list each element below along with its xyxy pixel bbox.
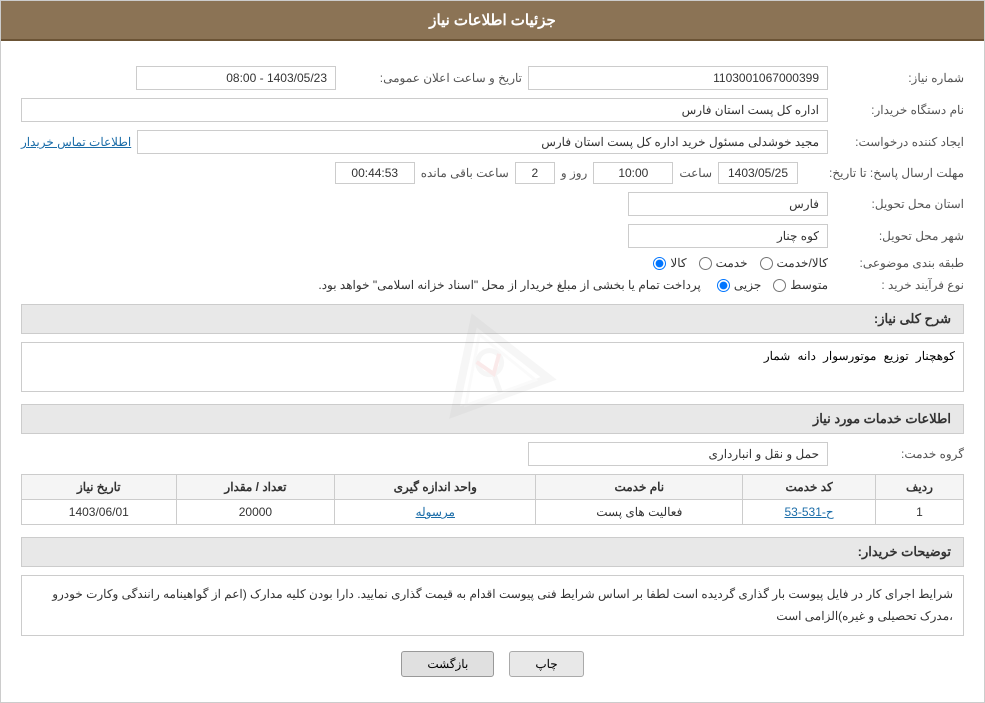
jozi-label: جزیی	[734, 278, 761, 292]
radio-kala-input[interactable]	[653, 257, 666, 270]
cell-name: فعالیت های پست	[536, 500, 743, 525]
khadamat-label: خدمت	[716, 256, 748, 270]
services-table-container: ردیف کد خدمت نام خدمت واحد اندازه گیری ت…	[21, 474, 964, 525]
tarikh-value: 1403/05/23 - 08:00	[136, 66, 336, 90]
col-code: کد خدمت	[743, 475, 876, 500]
mohlat-rooz: 2	[515, 162, 555, 184]
ostan-label: استان محل تحویل:	[834, 197, 964, 211]
col-date: تاریخ نیاز	[22, 475, 177, 500]
print-button[interactable]: چاپ	[509, 651, 583, 677]
page-title: جزئیات اطلاعات نیاز	[429, 12, 556, 29]
col-unit: واحد اندازه گیری	[335, 475, 536, 500]
type-label: نوع فرآیند خرید :	[834, 278, 964, 292]
tabaqe-group: کالا/خدمت خدمت کالا	[653, 256, 828, 270]
sharh-textarea: <span data-bind="fields.sharh_value"></s…	[21, 342, 964, 392]
radio-jozi-input[interactable]	[717, 279, 730, 292]
radio-motavaset-input[interactable]	[773, 279, 786, 292]
shomara-value: 1103001067000399	[528, 66, 828, 90]
group-value: حمل و نقل و انبارداری	[528, 442, 828, 466]
nam-dastgah-label: نام دستگاه خریدار:	[834, 103, 964, 117]
buyer-desc-text: شرایط اجرای کار در فایل پیوست بار گذاری …	[52, 587, 953, 623]
sharh-section-title: شرح کلی نیاز:	[21, 304, 964, 334]
mohlat-baqi: 00:44:53	[335, 162, 415, 184]
radio-kala[interactable]: کالا	[653, 256, 686, 270]
type-group: متوسط جزیی	[717, 278, 828, 292]
button-row: چاپ بازگشت	[21, 651, 964, 677]
ostan-value: فارس	[628, 192, 828, 216]
baqi-label: ساعت باقی مانده	[421, 166, 509, 180]
rooz-label: روز و	[561, 166, 588, 180]
shahr-label: شهر محل تحویل:	[834, 229, 964, 243]
page-header: جزئیات اطلاعات نیاز	[1, 1, 984, 41]
nam-dastgah-value: اداره کل پست استان فارس	[21, 98, 828, 122]
motavaset-label: متوسط	[790, 278, 828, 292]
sharh-label: شرح کلی نیاز:	[874, 311, 951, 326]
mohlat-date: 1403/05/25	[718, 162, 798, 184]
ijad-value: مجید خوشدلی مسئول خرید اداره کل پست استا…	[137, 130, 828, 154]
cell-radif: 1	[875, 500, 963, 525]
buyer-desc-section: توضیحات خریدار:	[21, 537, 964, 567]
saat-label: ساعت	[679, 166, 712, 180]
radio-jozi[interactable]: جزیی	[717, 278, 761, 292]
col-name: نام خدمت	[536, 475, 743, 500]
radio-kala-khadamat-input[interactable]	[760, 257, 773, 270]
radio-kala-khadamat[interactable]: کالا/خدمت	[760, 256, 828, 270]
col-radif: ردیف	[875, 475, 963, 500]
radio-motavaset[interactable]: متوسط	[773, 278, 828, 292]
kala-khadamat-label: کالا/خدمت	[777, 256, 828, 270]
tarikh-label: تاریخ و ساعت اعلان عمومی:	[342, 71, 522, 85]
cell-date: 1403/06/01	[22, 500, 177, 525]
mohlat-label: مهلت ارسال پاسخ: تا تاریخ:	[804, 166, 964, 180]
type-notice: پرداخت تمام یا بخشی از مبلغ خریدار از مح…	[318, 278, 701, 292]
cell-unit[interactable]: مرسوله	[335, 500, 536, 525]
cell-code[interactable]: ح-531-53	[743, 500, 876, 525]
mohlat-saat: 10:00	[593, 162, 673, 184]
tabaqe-label: طبقه بندی موضوعی:	[834, 256, 964, 270]
shomara-label: شماره نیاز:	[834, 71, 964, 85]
kala-label: کالا	[670, 256, 686, 270]
cell-count: 20000	[176, 500, 335, 525]
services-table: ردیف کد خدمت نام خدمت واحد اندازه گیری ت…	[21, 474, 964, 525]
ijad-label: ایجاد کننده درخواست:	[834, 135, 964, 149]
shahr-value: کوه چنار	[628, 224, 828, 248]
radio-khadamat[interactable]: خدمت	[699, 256, 748, 270]
buyer-desc-label: توضیحات خریدار:	[858, 544, 951, 559]
col-count: تعداد / مقدار	[176, 475, 335, 500]
table-row: 1 ح-531-53 فعالیت های پست مرسوله 20000 1…	[22, 500, 964, 525]
buyer-desc-box: شرایط اجرای کار در فایل پیوست بار گذاری …	[21, 575, 964, 636]
services-title: اطلاعات خدمات مورد نیاز	[813, 411, 951, 426]
tamaas-link[interactable]: اطلاعات تماس خریدار	[21, 135, 131, 149]
back-button[interactable]: بازگشت	[401, 651, 494, 677]
radio-khadamat-input[interactable]	[699, 257, 712, 270]
services-section-title: اطلاعات خدمات مورد نیاز	[21, 404, 964, 434]
group-label: گروه خدمت:	[834, 447, 964, 461]
